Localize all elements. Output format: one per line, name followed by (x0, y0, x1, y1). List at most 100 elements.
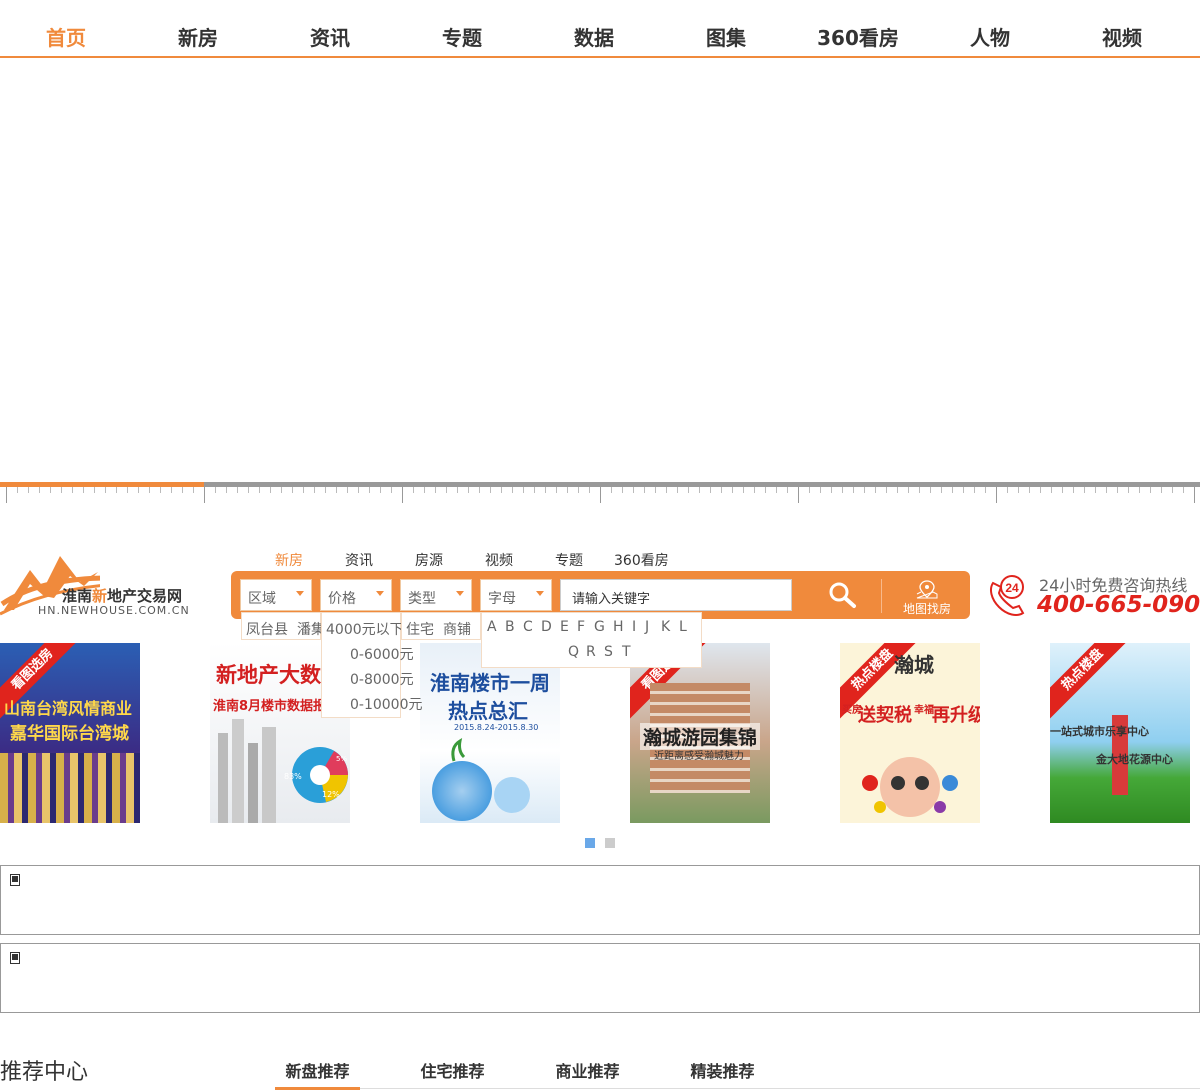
chevron-down-icon (376, 591, 384, 596)
letter-option[interactable]: D (541, 619, 552, 635)
nav-item-data[interactable]: 数据 (528, 22, 660, 51)
ruler-tick (1172, 487, 1173, 493)
ruler-tick (743, 487, 744, 493)
ruler-tick (996, 487, 997, 503)
nav-item-gallery[interactable]: 图集 (660, 22, 792, 51)
ruler-tick (864, 487, 865, 493)
ruler-tick (105, 487, 106, 493)
ruler-tick (347, 487, 348, 493)
price-select[interactable]: 价格 (320, 579, 392, 611)
tab-new-listings[interactable]: 新盘推荐 (275, 1058, 360, 1082)
tab-furnished[interactable]: 精装推荐 (680, 1058, 765, 1082)
ruler-tick (963, 487, 964, 493)
letter-option[interactable]: T (622, 644, 631, 660)
banner-weekly-hot[interactable]: 淮南楼市一周 热点总汇 2015.8.24-2015.8.30 (420, 643, 560, 823)
carousel-dot[interactable] (605, 838, 615, 848)
top-nav: 首页 新房 资讯 专题 数据 图集 360看房 人物 视频 (0, 0, 1200, 58)
letter-option[interactable]: Q (568, 644, 579, 660)
hotline-number[interactable]: 400-665-0908 (1037, 592, 1200, 618)
letter-option[interactable]: R (586, 644, 596, 660)
ruler-tick (270, 487, 271, 493)
ruler-tick (1106, 487, 1107, 493)
letter-option[interactable]: H (613, 619, 624, 635)
letter-option[interactable]: S (604, 644, 613, 660)
letter-option[interactable]: K (661, 619, 670, 635)
ruler-tick (633, 487, 634, 493)
nav-item-topics[interactable]: 专题 (396, 22, 528, 51)
nav-item-video[interactable]: 视频 (1056, 22, 1188, 51)
search-tab-360[interactable]: 360看房 (614, 550, 669, 570)
ruler-tick (897, 487, 898, 493)
letter-option[interactable]: I (632, 619, 636, 635)
banner-line: 热点总汇 (448, 699, 528, 723)
ruler-tick (798, 487, 799, 503)
search-button[interactable] (802, 575, 880, 615)
ruler-tick (1018, 487, 1019, 493)
region-select-label: 区域 (248, 591, 276, 607)
ruler-tick (1117, 487, 1118, 493)
search-tab-newhouse[interactable]: 新房 (275, 550, 303, 570)
ruler-tick (50, 487, 51, 493)
ruler-tick (721, 487, 722, 493)
region-option[interactable]: 凤台县 (246, 619, 288, 639)
ruler-tick (1029, 487, 1030, 493)
ruler-tick (468, 487, 469, 493)
ruler-tick (226, 487, 227, 493)
banner-ribbon: 热点楼盘 (1050, 643, 1137, 724)
letter-option[interactable]: L (679, 619, 687, 635)
plugin-icon (10, 874, 20, 886)
ruler-tick (831, 487, 832, 493)
tab-residential[interactable]: 住宅推荐 (410, 1058, 495, 1082)
nav-item-360[interactable]: 360看房 (792, 22, 924, 51)
banner-hancheng-tax[interactable]: 热点楼盘 瀚城 买房 送契税 幸福 再升级 (840, 643, 980, 823)
tab-commercial[interactable]: 商业推荐 (545, 1058, 630, 1082)
banner-jindadi[interactable]: 热点楼盘 一站式城市乐享中心 金大地花源中心 (1050, 643, 1190, 823)
price-option[interactable]: 0-8000元 (350, 669, 414, 689)
search-tab-listings[interactable]: 房源 (415, 550, 443, 570)
search-tab-news[interactable]: 资讯 (345, 550, 373, 570)
ruler-tick (61, 487, 62, 493)
banner-date: 2015.8.24-2015.8.30 (454, 723, 539, 732)
ruler-tick (512, 487, 513, 493)
letter-option[interactable]: J (645, 619, 649, 635)
letter-select[interactable]: 字母 (480, 579, 552, 611)
nav-item-people[interactable]: 人物 (924, 22, 1056, 51)
search-tab-video[interactable]: 视频 (485, 550, 513, 570)
letter-option[interactable]: A (487, 619, 497, 635)
banner-hancheng-park[interactable]: 看图选房 瀚城游园集锦 近距离感受瀚城魅力 (630, 643, 770, 823)
ruler-tick (28, 487, 29, 493)
ruler-tick (567, 487, 568, 493)
site-logo[interactable]: 淮南新地产交易网 HN.NEWHOUSE.COM.CN (0, 548, 210, 618)
letter-option[interactable]: B (505, 619, 515, 635)
letter-option[interactable]: G (594, 619, 605, 635)
ruler-tick (204, 487, 205, 503)
price-option[interactable]: 0-10000元 (350, 694, 423, 714)
type-option[interactable]: 商铺 (443, 619, 471, 639)
nav-item-newhouse[interactable]: 新房 (132, 22, 264, 51)
price-option[interactable]: 0-6000元 (350, 644, 414, 664)
letter-option[interactable]: F (577, 619, 585, 635)
carousel-progress-ruler[interactable] (0, 482, 1200, 504)
carousel-dot[interactable] (585, 838, 595, 848)
map-search-label: 地图找房 (902, 602, 951, 616)
type-select[interactable]: 类型 (400, 579, 472, 611)
map-search-button[interactable]: 地图找房 (887, 578, 967, 618)
ruler-tick (116, 487, 117, 493)
banner-family-graphic (862, 757, 958, 817)
price-option[interactable]: 4000元以下 (326, 619, 404, 639)
ruler-tick (886, 487, 887, 493)
region-select[interactable]: 区域 (240, 579, 312, 611)
keyword-input[interactable]: 请输入关键字 (560, 579, 792, 611)
letter-option[interactable]: E (560, 619, 569, 635)
nav-item-home[interactable]: 首页 (0, 22, 132, 51)
ruler-tick (193, 487, 194, 493)
ruler-tick (853, 487, 854, 493)
ruler-tick (479, 487, 480, 493)
banner-taiwan-city[interactable]: 看图选房 山南台湾风情商业 嘉华国际台湾城 (0, 643, 140, 823)
search-tab-topics[interactable]: 专题 (555, 550, 583, 570)
type-option[interactable]: 住宅 (406, 619, 434, 639)
banner-line: 近距离感受瀚城魅力 (654, 751, 744, 762)
ruler-tick (688, 487, 689, 493)
letter-option[interactable]: C (523, 619, 533, 635)
nav-item-news[interactable]: 资讯 (264, 22, 396, 51)
